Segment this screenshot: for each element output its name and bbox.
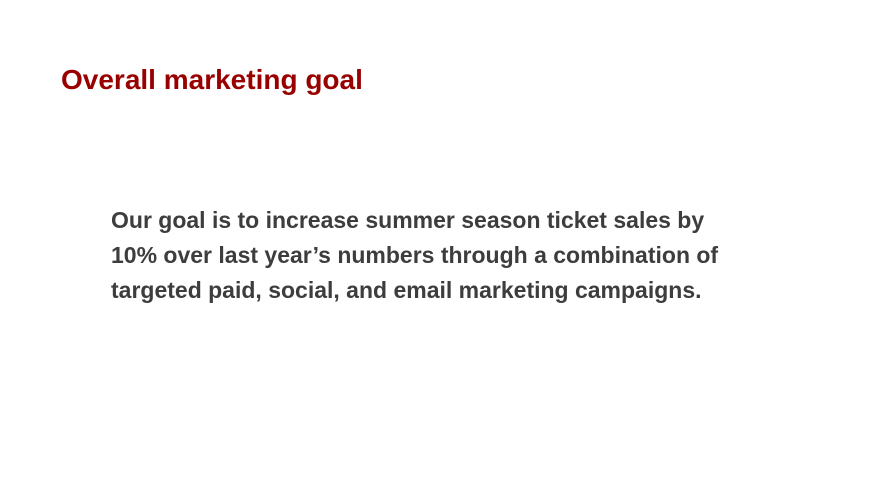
slide-body-text: Our goal is to increase summer season ti… bbox=[111, 203, 811, 308]
slide-title: Overall marketing goal bbox=[61, 64, 363, 95]
body-line-3: targeted paid, social, and email marketi… bbox=[111, 277, 702, 303]
body-line-1: Our goal is to increase summer season ti… bbox=[111, 207, 705, 233]
body-line-2: 10% over last year’s numbers through a c… bbox=[111, 242, 719, 268]
slide: Overall marketing goal Our goal is to in… bbox=[0, 0, 885, 497]
